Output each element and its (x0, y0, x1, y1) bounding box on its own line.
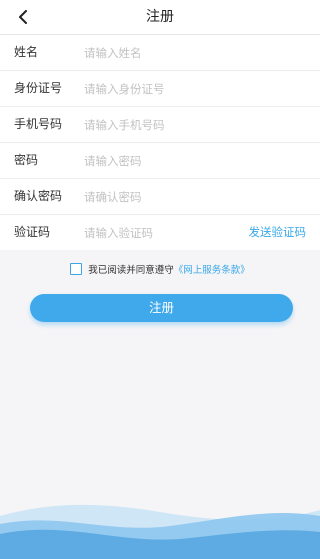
name-input[interactable] (84, 42, 284, 63)
confirm-password-input[interactable] (84, 186, 284, 207)
form-row-id-number: 身份证号 (0, 71, 320, 107)
id-number-label: 身份证号 (14, 81, 63, 95)
password-input[interactable] (84, 150, 284, 171)
send-code-button[interactable]: 发送验证码 (249, 215, 307, 250)
register-form: 姓名 身份证号 手机号码 密码 确认密码 验证码 发送验证码 (0, 35, 320, 250)
navbar: 注册 (0, 0, 320, 35)
phone-input[interactable] (84, 114, 284, 135)
code-input[interactable] (84, 222, 234, 243)
code-label: 验证码 (14, 225, 51, 239)
phone-label: 手机号码 (14, 117, 63, 131)
agreement-checkbox[interactable] (70, 263, 83, 275)
form-row-password: 密码 (0, 143, 320, 179)
password-label: 密码 (14, 153, 39, 167)
register-button[interactable]: 注册 (30, 294, 293, 322)
form-row-name: 姓名 (0, 35, 320, 71)
page-title: 注册 (146, 9, 174, 25)
name-label: 姓名 (14, 45, 39, 59)
agreement-text: 我已阅读并同意遵守 (88, 265, 174, 276)
confirm-password-label: 确认密码 (14, 189, 63, 203)
form-row-code: 验证码 发送验证码 (0, 215, 320, 250)
id-number-input[interactable] (84, 78, 284, 99)
form-row-phone: 手机号码 (0, 107, 320, 143)
form-row-confirm-password: 确认密码 (0, 179, 320, 215)
terms-link[interactable]: 《网上服务条款》 (174, 262, 250, 276)
wave-decoration (0, 504, 320, 559)
agreement-row: 我已阅读并同意遵守 《网上服务条款》 (0, 262, 320, 276)
